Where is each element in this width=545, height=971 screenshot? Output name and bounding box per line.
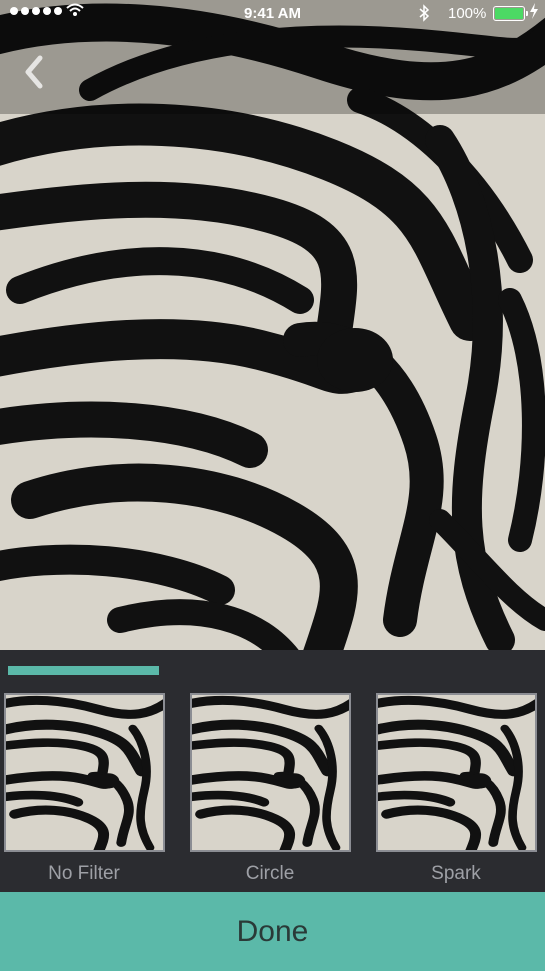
selected-filter-indicator [8, 666, 159, 675]
filter-thumbnail-circle[interactable] [190, 693, 351, 852]
chevron-left-icon [25, 55, 43, 89]
battery-percent: 100% [448, 5, 487, 22]
charging-bolt-icon [530, 3, 538, 19]
bluetooth-icon [419, 4, 430, 22]
filter-label-spark: Spark [431, 863, 481, 884]
status-bar: 9:41 AM 100% [0, 0, 545, 28]
done-button[interactable]: Done [0, 892, 545, 971]
back-button[interactable] [20, 52, 50, 92]
filter-thumbnail-no-filter[interactable] [4, 693, 165, 852]
filter-thumbnail-spark[interactable] [376, 693, 537, 852]
battery-icon [493, 6, 528, 21]
filter-label-no-filter: No Filter [48, 863, 120, 884]
filter-label-circle: Circle [245, 863, 295, 884]
filter-panel: No Filter Circle Spark [0, 650, 545, 892]
